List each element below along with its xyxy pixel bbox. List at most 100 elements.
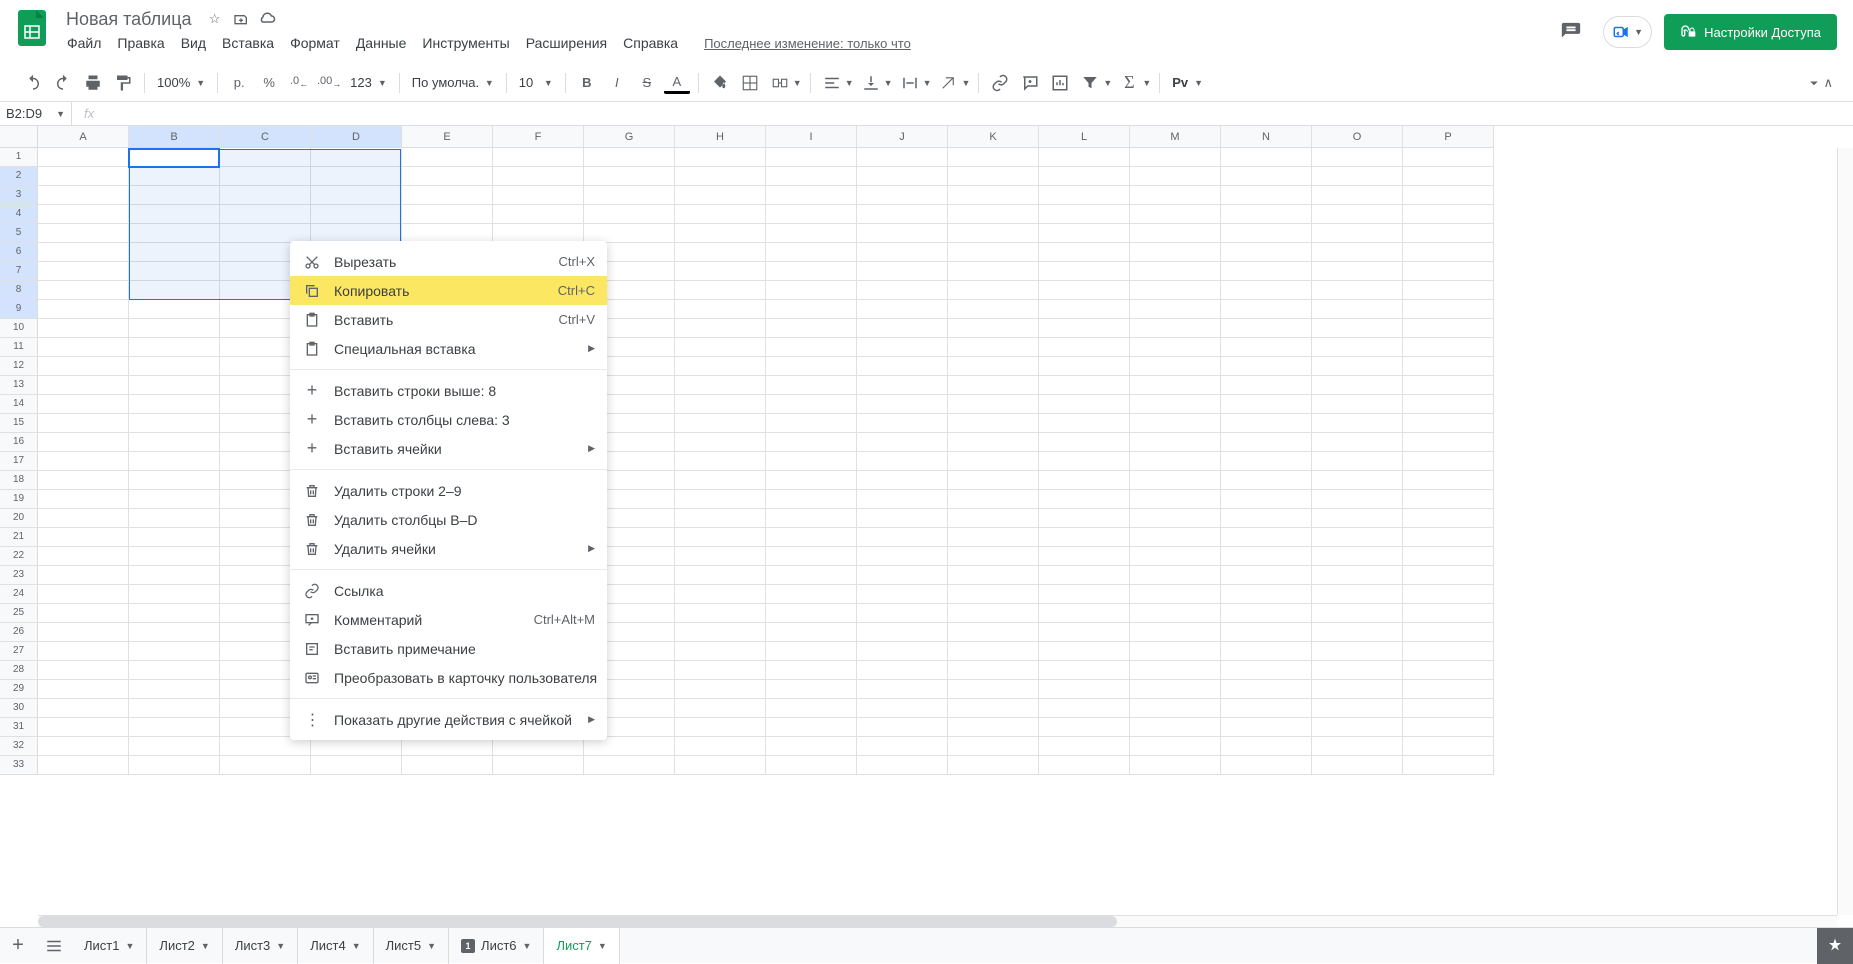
cell[interactable] bbox=[675, 281, 766, 300]
cell[interactable] bbox=[766, 680, 857, 699]
sheet-menu-arrow-icon[interactable]: ▼ bbox=[523, 941, 532, 951]
cell[interactable] bbox=[1130, 262, 1221, 281]
cell[interactable] bbox=[1221, 528, 1312, 547]
row-header-21[interactable]: 21 bbox=[0, 528, 38, 547]
cell[interactable] bbox=[1221, 699, 1312, 718]
cell[interactable] bbox=[948, 319, 1039, 338]
cell[interactable] bbox=[1130, 604, 1221, 623]
cell[interactable] bbox=[1221, 680, 1312, 699]
cell[interactable] bbox=[129, 642, 220, 661]
ctx-удалить-строки-2-9[interactable]: Удалить строки 2–9 bbox=[290, 476, 607, 505]
cell[interactable] bbox=[857, 395, 948, 414]
col-header-C[interactable]: C bbox=[220, 126, 311, 148]
cell[interactable] bbox=[675, 186, 766, 205]
cell[interactable] bbox=[38, 300, 129, 319]
cell[interactable] bbox=[129, 148, 220, 167]
cell[interactable] bbox=[311, 186, 402, 205]
cell[interactable] bbox=[129, 623, 220, 642]
menu-формат[interactable]: Формат bbox=[283, 33, 347, 53]
cell[interactable] bbox=[675, 623, 766, 642]
row-header-28[interactable]: 28 bbox=[0, 661, 38, 680]
cell[interactable] bbox=[38, 243, 129, 262]
cloud-status-icon[interactable] bbox=[258, 10, 276, 28]
row-header-12[interactable]: 12 bbox=[0, 357, 38, 376]
cell[interactable] bbox=[1312, 604, 1403, 623]
cell[interactable] bbox=[129, 224, 220, 243]
cell[interactable] bbox=[1312, 319, 1403, 338]
name-box[interactable]: B2:D9▼ bbox=[0, 102, 72, 125]
cell[interactable] bbox=[38, 357, 129, 376]
cell[interactable] bbox=[857, 205, 948, 224]
text-color-button[interactable]: A bbox=[664, 72, 690, 94]
cell[interactable] bbox=[1039, 623, 1130, 642]
cell[interactable] bbox=[1312, 433, 1403, 452]
cell[interactable] bbox=[857, 680, 948, 699]
cell[interactable] bbox=[311, 756, 402, 775]
cell[interactable] bbox=[129, 490, 220, 509]
cell[interactable] bbox=[766, 338, 857, 357]
ctx-специальная-вставка[interactable]: Специальная вставка▶ bbox=[290, 334, 607, 363]
cell[interactable] bbox=[948, 262, 1039, 281]
ctx-вставить-строки-выше-8[interactable]: +Вставить строки выше: 8 bbox=[290, 376, 607, 405]
cell[interactable] bbox=[766, 395, 857, 414]
cell[interactable] bbox=[38, 281, 129, 300]
cell[interactable] bbox=[1130, 167, 1221, 186]
row-header-26[interactable]: 26 bbox=[0, 623, 38, 642]
cell[interactable] bbox=[675, 756, 766, 775]
cell[interactable] bbox=[129, 737, 220, 756]
cell[interactable] bbox=[766, 376, 857, 395]
cell[interactable] bbox=[766, 566, 857, 585]
cell[interactable] bbox=[220, 148, 311, 167]
row-header-16[interactable]: 16 bbox=[0, 433, 38, 452]
ctx-копировать[interactable]: КопироватьCtrl+C bbox=[290, 276, 607, 305]
cell[interactable] bbox=[948, 509, 1039, 528]
ctx-вырезать[interactable]: ВырезатьCtrl+X bbox=[290, 247, 607, 276]
cell[interactable] bbox=[129, 509, 220, 528]
cell[interactable] bbox=[948, 642, 1039, 661]
comments-history-icon[interactable] bbox=[1551, 12, 1591, 52]
col-header-K[interactable]: K bbox=[948, 126, 1039, 148]
cell[interactable] bbox=[1130, 699, 1221, 718]
cell[interactable] bbox=[1039, 737, 1130, 756]
cell[interactable] bbox=[38, 224, 129, 243]
cell[interactable] bbox=[1312, 642, 1403, 661]
cell[interactable] bbox=[766, 490, 857, 509]
cell[interactable] bbox=[1130, 718, 1221, 737]
borders-button[interactable] bbox=[737, 70, 763, 96]
cell[interactable] bbox=[766, 547, 857, 566]
cell[interactable] bbox=[857, 490, 948, 509]
cell[interactable] bbox=[493, 756, 584, 775]
wrap-dropdown[interactable]: ▼ bbox=[923, 78, 932, 88]
cell[interactable] bbox=[129, 414, 220, 433]
row-header-32[interactable]: 32 bbox=[0, 737, 38, 756]
cell[interactable] bbox=[1130, 566, 1221, 585]
sheet-tab-Лист3[interactable]: Лист3▼ bbox=[223, 928, 298, 964]
menu-правка[interactable]: Правка bbox=[110, 33, 171, 53]
cell[interactable] bbox=[129, 661, 220, 680]
cell[interactable] bbox=[1130, 300, 1221, 319]
ctx-вставить-ячейки[interactable]: +Вставить ячейки▶ bbox=[290, 434, 607, 463]
cell[interactable] bbox=[1403, 528, 1494, 547]
cell[interactable] bbox=[857, 262, 948, 281]
cell[interactable] bbox=[857, 319, 948, 338]
cell[interactable] bbox=[1221, 756, 1312, 775]
cell[interactable] bbox=[1039, 566, 1130, 585]
cell[interactable] bbox=[1312, 148, 1403, 167]
cell[interactable] bbox=[1403, 433, 1494, 452]
row-header-3[interactable]: 3 bbox=[0, 186, 38, 205]
cell[interactable] bbox=[766, 604, 857, 623]
cell[interactable] bbox=[675, 395, 766, 414]
cell[interactable] bbox=[1403, 414, 1494, 433]
chart-button[interactable] bbox=[1047, 70, 1073, 96]
formula-input[interactable] bbox=[106, 102, 1853, 125]
cell[interactable] bbox=[129, 699, 220, 718]
cell[interactable] bbox=[1403, 699, 1494, 718]
cell[interactable] bbox=[220, 205, 311, 224]
ctx-вставить-примечание[interactable]: Вставить примечание bbox=[290, 634, 607, 663]
cell[interactable] bbox=[857, 737, 948, 756]
cell[interactable] bbox=[1039, 756, 1130, 775]
cell[interactable] bbox=[857, 718, 948, 737]
sheet-tab-Лист7[interactable]: Лист7▼ bbox=[544, 928, 619, 964]
cell[interactable] bbox=[857, 661, 948, 680]
cell[interactable] bbox=[675, 547, 766, 566]
